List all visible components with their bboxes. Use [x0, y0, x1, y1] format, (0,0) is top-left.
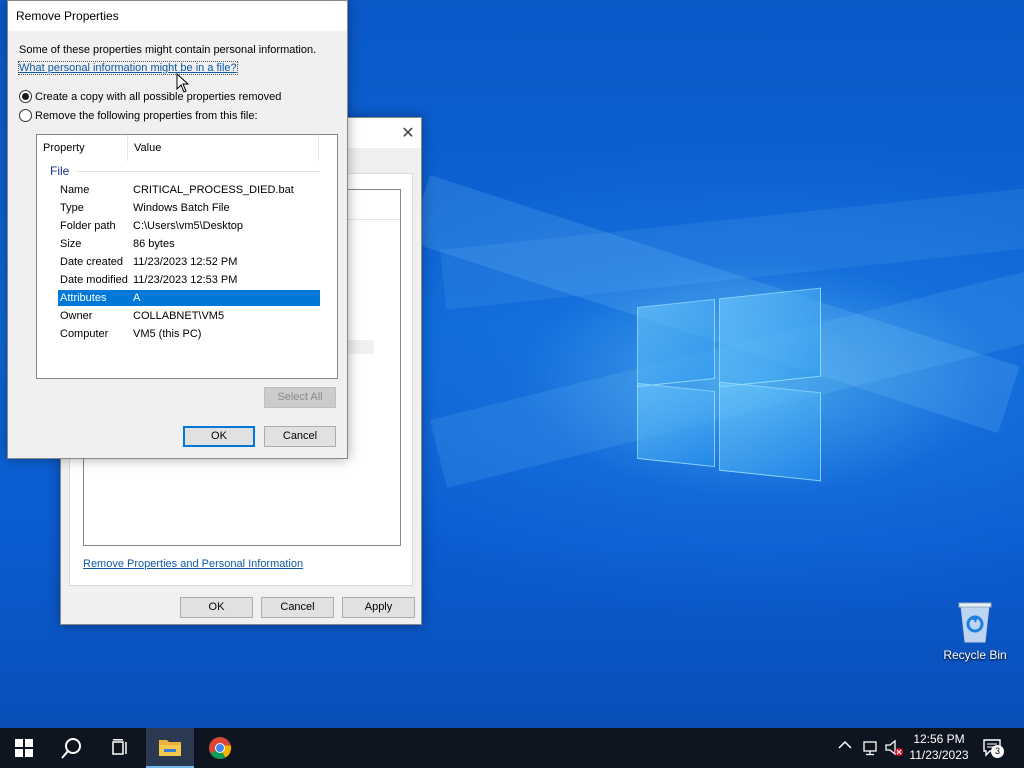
mouse-cursor-icon: [176, 72, 190, 96]
task-view-icon[interactable]: [96, 728, 144, 768]
clock-date: 11/23/2023: [909, 748, 969, 762]
group-label: File: [50, 164, 70, 178]
list-item[interactable]: Computer VM5 (this PC): [58, 326, 320, 342]
remove-properties-dialog: Remove Properties Some of these properti…: [7, 0, 348, 459]
ok-button[interactable]: OK: [183, 426, 255, 447]
column-header-value[interactable]: Value: [128, 135, 319, 161]
personal-info-help-link[interactable]: What personal information might be in a …: [18, 61, 238, 75]
search-icon[interactable]: [48, 728, 96, 768]
close-icon[interactable]: ✕: [393, 118, 423, 148]
notification-count-badge: 3: [991, 745, 1004, 758]
recycle-bin-label: Recycle Bin: [943, 648, 1007, 662]
apply-button[interactable]: Apply: [342, 597, 415, 618]
volume-muted-icon[interactable]: [884, 739, 904, 760]
create-copy-label: Create a copy with all possible properti…: [35, 90, 282, 103]
properties-list[interactable]: Property Value File Name CRITICAL_PROCESS…: [36, 134, 338, 379]
taskbar: 12:56 PM 11/23/2023 3: [0, 728, 1024, 768]
list-item[interactable]: Size 86 bytes: [58, 236, 320, 252]
recycle-bin-icon: [955, 600, 995, 644]
show-hidden-icons-chevron-icon[interactable]: [838, 740, 854, 756]
list-item[interactable]: Folder path C:\Users\vm5\Desktop: [58, 218, 320, 234]
notification-center-icon[interactable]: 3: [982, 738, 1004, 761]
option-create-copy[interactable]: Create a copy with all possible properti…: [19, 90, 281, 103]
list-item[interactable]: Date created 11/23/2023 12:52 PM: [58, 254, 320, 270]
dialog-titlebar: Remove Properties: [8, 1, 347, 31]
cancel-button[interactable]: Cancel: [261, 597, 334, 618]
chrome-icon[interactable]: [196, 728, 244, 768]
dialog-title: Remove Properties: [16, 9, 119, 23]
clock-time: 12:56 PM: [913, 732, 965, 746]
file-explorer-icon[interactable]: [146, 728, 194, 768]
select-all-button[interactable]: Select All: [264, 387, 336, 408]
create-copy-radio[interactable]: [19, 90, 32, 103]
intro-text: Some of these properties might contain p…: [19, 44, 317, 56]
list-item[interactable]: Name CRITICAL_PROCESS_DIED.bat: [58, 182, 320, 198]
column-header-property[interactable]: Property: [37, 135, 128, 161]
cancel-button[interactable]: Cancel: [264, 426, 336, 447]
remove-selected-label: Remove the following properties from thi…: [35, 109, 258, 122]
list-item[interactable]: Type Windows Batch File: [58, 200, 320, 216]
list-item[interactable]: Date modified 11/23/2023 12:53 PM: [58, 272, 320, 288]
option-remove-selected[interactable]: Remove the following properties from thi…: [19, 109, 258, 122]
network-icon[interactable]: [862, 740, 880, 759]
recycle-bin[interactable]: Recycle Bin: [940, 600, 1010, 662]
ok-button[interactable]: OK: [180, 597, 253, 618]
clock[interactable]: 12:56 PM 11/23/2023: [906, 731, 972, 763]
list-item[interactable]: Owner COLLABNET\VM5: [58, 308, 320, 324]
list-group-file: File: [50, 164, 320, 178]
list-item-selected[interactable]: Attributes A: [58, 290, 320, 306]
remove-properties-link[interactable]: Remove Properties and Personal Informati…: [83, 558, 303, 570]
windows-start-icon[interactable]: [0, 728, 48, 768]
remove-selected-radio[interactable]: [19, 109, 32, 122]
